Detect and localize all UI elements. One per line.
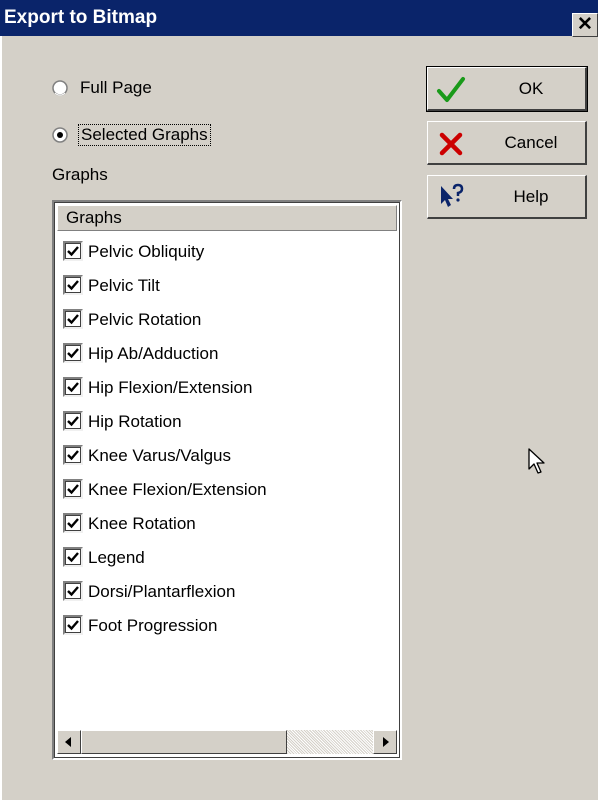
- horizontal-scrollbar[interactable]: [57, 730, 397, 754]
- graph-checkbox[interactable]: [63, 547, 83, 567]
- checkmark-icon: [67, 246, 79, 257]
- list-item[interactable]: Pelvic Rotation: [60, 304, 396, 338]
- graph-checkbox[interactable]: [63, 241, 83, 261]
- selected-graphs-label[interactable]: Selected Graphs: [78, 124, 211, 146]
- graph-checkbox[interactable]: [63, 411, 83, 431]
- checkmark-icon: [67, 416, 79, 427]
- checkmark-icon: [67, 586, 79, 597]
- window-title: Export to Bitmap: [4, 7, 158, 28]
- graphs-listbox[interactable]: Graphs Pelvic Obliquity Pelvic Tilt Pelvic…: [52, 200, 402, 760]
- help-arrow-icon: [441, 183, 464, 207]
- graph-label: Knee Flexion/Extension: [88, 480, 267, 499]
- cancel-label: Cancel: [504, 133, 558, 152]
- graph-label: Pelvic Obliquity: [88, 242, 205, 261]
- graph-checkbox[interactable]: [63, 343, 83, 363]
- checkmark-icon: [67, 450, 79, 461]
- list-item[interactable]: Foot Progression: [60, 610, 396, 644]
- checkmark-icon: [67, 620, 79, 631]
- graph-checkbox[interactable]: [63, 377, 83, 397]
- ok-label: OK: [518, 79, 544, 98]
- full-page-radio[interactable]: [52, 80, 68, 96]
- cancel-button[interactable]: Cancel: [427, 121, 587, 165]
- list-column-header[interactable]: Graphs: [57, 205, 397, 231]
- full-page-label[interactable]: Full Page: [80, 78, 152, 98]
- selected-graphs-radio[interactable]: [52, 127, 68, 143]
- graph-label: Hip Ab/Adduction: [88, 344, 219, 363]
- help-label: Help: [513, 187, 549, 206]
- graph-checkbox[interactable]: [63, 275, 83, 295]
- graph-label: Hip Flexion/Extension: [88, 378, 253, 397]
- x-icon: [439, 132, 463, 156]
- graph-label: Pelvic Rotation: [88, 310, 202, 329]
- list-item[interactable]: Knee Flexion/Extension: [60, 474, 396, 508]
- list-item[interactable]: Pelvic Tilt: [60, 270, 396, 304]
- list-item[interactable]: Legend: [60, 542, 396, 576]
- list-item[interactable]: Hip Ab/Adduction: [60, 338, 396, 372]
- checkmark-icon: [67, 314, 79, 325]
- graph-checkbox[interactable]: [63, 513, 83, 533]
- list-item[interactable]: Hip Rotation: [60, 406, 396, 440]
- checkmark-icon: [67, 484, 79, 495]
- graph-label: Legend: [88, 548, 145, 567]
- graph-label: Foot Progression: [88, 616, 218, 635]
- arrow-left-icon: [65, 737, 71, 747]
- graph-checkbox[interactable]: [63, 479, 83, 499]
- title-bar[interactable]: Export to Bitmap: [0, 0, 598, 36]
- list-item[interactable]: Knee Rotation: [60, 508, 396, 542]
- help-button[interactable]: Help: [427, 175, 587, 219]
- graph-label: Hip Rotation: [88, 412, 182, 431]
- list-item[interactable]: Hip Flexion/Extension: [60, 372, 396, 406]
- list-item[interactable]: Pelvic Obliquity: [60, 236, 396, 270]
- scroll-thumb[interactable]: [81, 730, 287, 754]
- checkmark-icon: [67, 518, 79, 529]
- graphs-group-label: Graphs: [52, 165, 108, 184]
- graph-checkbox[interactable]: [63, 581, 83, 601]
- scroll-right-button[interactable]: [373, 730, 397, 754]
- graph-label: Dorsi/Plantarflexion: [88, 582, 236, 601]
- scroll-left-button[interactable]: [57, 730, 81, 754]
- check-icon: [437, 77, 465, 102]
- checkmark-icon: [67, 382, 79, 393]
- checkmark-icon: [67, 552, 79, 563]
- list-item[interactable]: Dorsi/Plantarflexion: [60, 576, 396, 610]
- graph-checkbox[interactable]: [63, 445, 83, 465]
- graph-checkbox[interactable]: [63, 615, 83, 635]
- graph-label: Knee Varus/Valgus: [88, 446, 232, 465]
- mouse-pointer-icon: [528, 448, 545, 474]
- graph-label: Knee Rotation: [88, 514, 196, 533]
- checkmark-icon: [67, 348, 79, 359]
- checkmark-icon: [67, 280, 79, 291]
- ok-button[interactable]: OK: [426, 66, 588, 112]
- list-item[interactable]: Knee Varus/Valgus: [60, 440, 396, 474]
- list-items: Pelvic Obliquity Pelvic Tilt Pelvic Rotati…: [60, 236, 396, 644]
- close-icon: ✕: [577, 14, 593, 35]
- graph-checkbox[interactable]: [63, 309, 83, 329]
- arrow-right-icon: [383, 737, 389, 747]
- close-button[interactable]: ✕: [572, 13, 598, 37]
- dialog-left-border: [0, 36, 2, 800]
- graph-label: Pelvic Tilt: [88, 276, 160, 295]
